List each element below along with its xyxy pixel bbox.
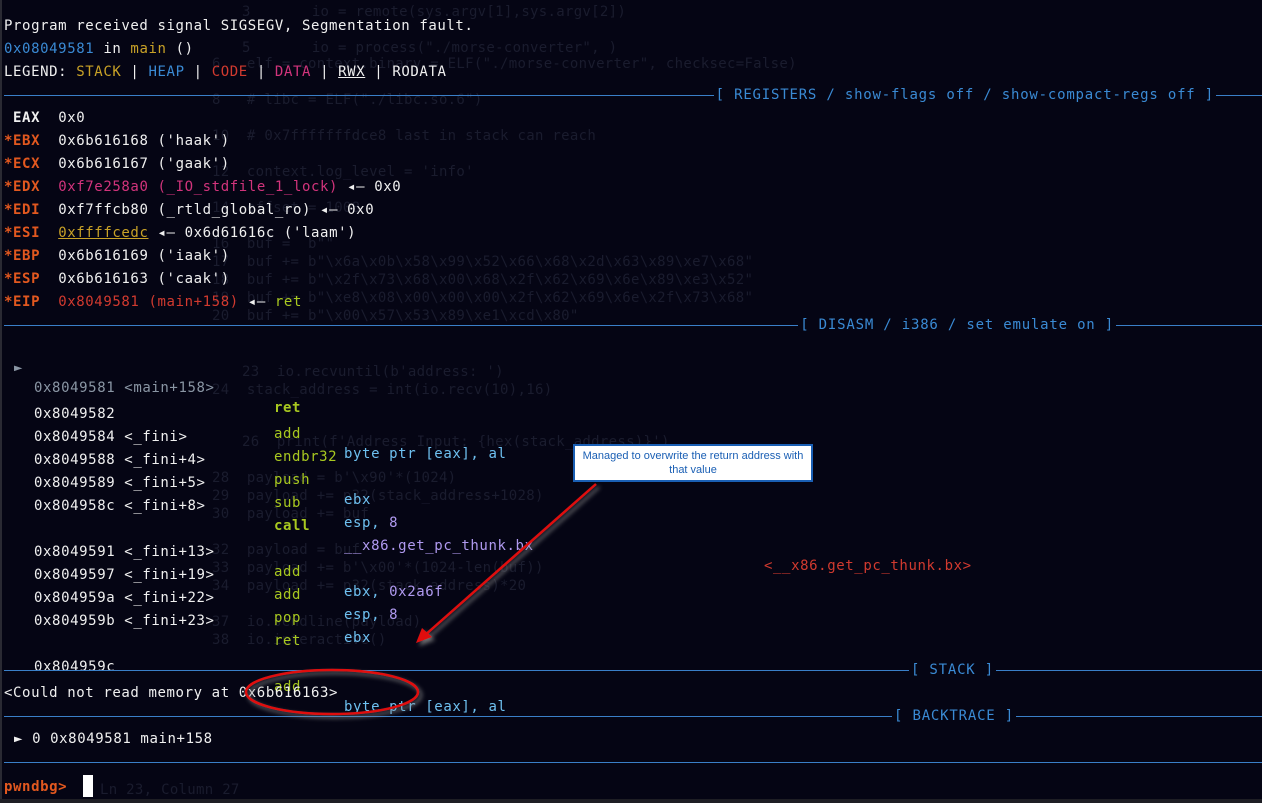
deref-arrow: ◂—: [238, 294, 275, 310]
legend-rodata: RODATA: [392, 64, 447, 80]
ghost-line: 23 io.recvuntil(b'address: '): [242, 364, 504, 380]
frame-address: 0x8049581: [50, 731, 132, 747]
frame-symbol: main+158: [140, 731, 213, 747]
register-row-edx: *EDX 0xf7e258a0 (_IO_stdfile_1_lock) ◂— …: [4, 179, 402, 195]
disasm-operands: byte ptr [eax], al: [344, 699, 507, 715]
register-row-ebx: *EBX 0x6b616168 ('haak'): [4, 133, 230, 149]
frame-index: 0: [32, 731, 42, 747]
register-name: ESP: [13, 271, 41, 287]
register-value: 0xffffcedc: [58, 225, 149, 241]
register-name: ESI: [13, 225, 41, 241]
backtrace-frame: ► 0 0x8049581 main+158: [14, 729, 213, 749]
stack-error-message: <Could not read memory at 0x6b616163>: [4, 685, 339, 701]
register-value: 0x8049581: [58, 294, 140, 310]
disasm-row: 0x804959b <_fini+23> ret: [0, 591, 1262, 649]
ghost-line: 10 # 0x7fffffffdce8 last in stack can re…: [212, 128, 597, 144]
disasm-address: 0x804958c <_fini+8>: [34, 498, 206, 514]
register-value: 0x6b616167: [58, 156, 149, 172]
register-value: 0x6b616168: [58, 133, 149, 149]
disasm-mnemonic: pop: [274, 610, 302, 626]
pwndbg-prompt[interactable]: pwndbg>: [4, 777, 76, 797]
register-name: EDI: [13, 202, 41, 218]
disasm-row: 0x8049597 <_fini+19> add esp, 8: [0, 545, 1262, 623]
register-name: EBX: [13, 133, 41, 149]
crash-location: 0x08049581 in main (): [4, 41, 194, 57]
disasm-row: 0x8049591 <_fini+13> add ebx, 0x2a6f: [0, 522, 1262, 600]
register-value: 0xf7ffcb80: [58, 202, 149, 218]
legend-stack: STACK: [76, 64, 122, 80]
terminal-cursor[interactable]: [83, 775, 93, 797]
stack-header: [ STACK ]: [908, 660, 996, 680]
ghost-line: 8 # libc = ELF("./libc.so.6"): [212, 92, 483, 108]
ghost-status: Ln 23, Column 27: [100, 782, 240, 798]
register-name: ECX: [13, 156, 41, 172]
disasm-header: [ DISASM / i386 / set emulate on ]: [798, 315, 1116, 335]
register-row-eax: EAX 0x0: [4, 108, 85, 128]
disasm-row-current: ► 0x8049581 <main+158> ret: [0, 338, 1262, 416]
annotation-callout: Managed to overwrite the return address …: [573, 444, 813, 482]
disasm-row: 0x804959c add byte ptr [eax], al: [0, 637, 1262, 715]
crash-function: main: [130, 41, 167, 57]
register-name: EBP: [13, 248, 41, 264]
register-row-esi: *ESI 0xffffcedc ◂— 0x6d61616c ('laam'): [4, 225, 357, 241]
deref-arrow: ◂—: [311, 202, 348, 218]
register-row-ecx: *ECX 0x6b616167 ('gaak'): [4, 156, 230, 172]
registers-header: [ REGISTERS / show-flags off / show-comp…: [713, 85, 1216, 105]
backtrace-header: [ BACKTRACE ]: [892, 706, 1016, 726]
register-value: 0xf7e258a0: [58, 179, 149, 195]
register-value: 0x0: [58, 110, 86, 126]
stack-separator: [4, 670, 1262, 671]
disasm-row: 0x804959a <_fini+22> pop ebx: [0, 568, 1262, 646]
register-row-esp: *ESP 0x6b616163 ('caak'): [4, 271, 230, 287]
register-row-ebp: *EBP 0x6b616169 ('iaak'): [4, 248, 230, 264]
legend: LEGEND: STACK | HEAP | CODE | DATA | RWX…: [4, 64, 447, 80]
crash-address: 0x08049581: [4, 41, 95, 57]
register-row-eip: *EIP 0x8049581 (main+158) ◂— ret: [4, 294, 302, 310]
legend-data: DATA: [274, 64, 312, 80]
disasm-mnemonic: sub: [274, 495, 302, 511]
legend-heap: HEAP: [148, 64, 185, 80]
register-value: 0x6b616169: [58, 248, 149, 264]
prompt-separator: [4, 762, 1262, 763]
backtrace-separator: [4, 716, 1262, 717]
deref-arrow: ◂—: [148, 225, 185, 241]
ghost-line: 17 buf += b"\x6a\x0b\x58\x99\x52\x66\x68…: [212, 254, 754, 270]
current-instruction-marker-icon: ►: [14, 360, 24, 376]
disasm-row: 0x8049582 add byte ptr [eax], al: [0, 384, 1262, 462]
register-name: EIP: [13, 294, 41, 310]
deref-arrow: ◂—: [338, 179, 375, 195]
ghost-line: 18 buf += b"\x2f\x73\x68\x00\x68\x2f\x62…: [212, 272, 754, 288]
disasm-address: 0x804959c: [34, 659, 116, 675]
register-name: EDX: [13, 179, 41, 195]
legend-rwx: RWX: [338, 64, 366, 80]
register-row-edi: *EDI 0xf7ffcb80 (_rtld_global_ro) ◂— 0x0: [4, 202, 375, 218]
signal-message: Program received signal SIGSEGV, Segment…: [4, 18, 474, 34]
disasm-row: 0x8049584 <_fini> endbr32: [0, 407, 1262, 465]
legend-code: CODE: [211, 64, 248, 80]
frame-marker-icon: ►: [14, 731, 24, 747]
window-bottom-border: [0, 799, 1262, 803]
register-name: EAX: [13, 110, 41, 126]
register-value: 0x6b616163: [58, 271, 149, 287]
disasm-address: 0x804959b <_fini+23>: [34, 613, 215, 629]
